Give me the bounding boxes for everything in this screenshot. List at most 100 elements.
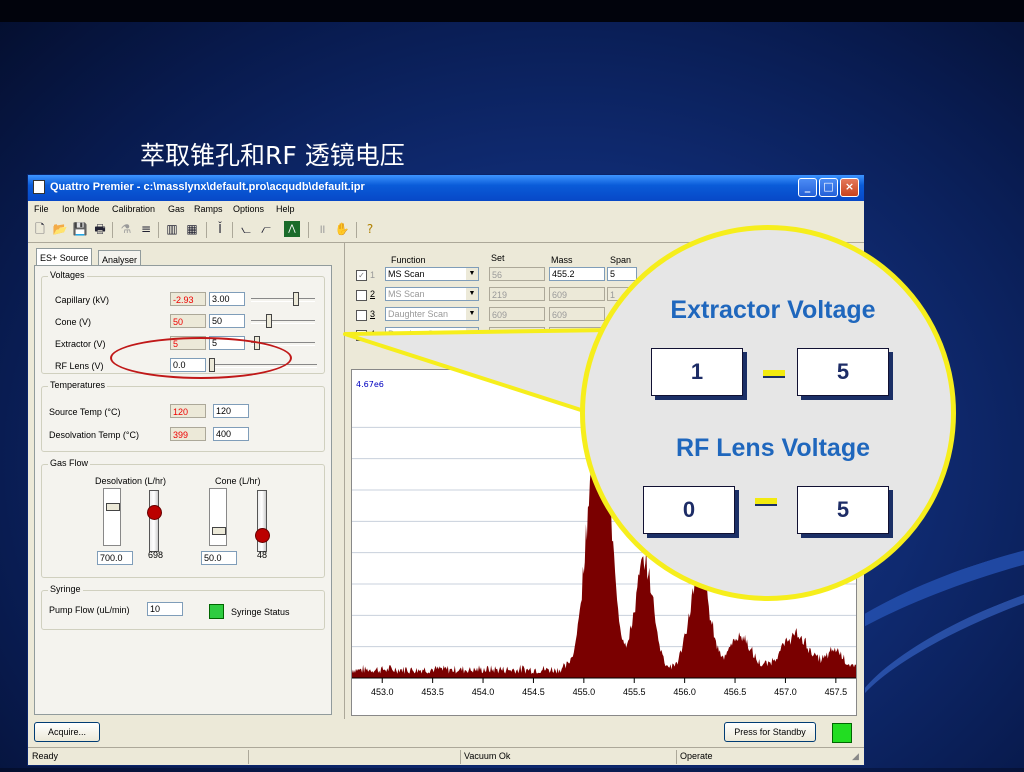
function-checkbox[interactable] — [356, 310, 367, 321]
source-temp-input[interactable]: 120 — [213, 404, 249, 418]
toolbar-separator — [158, 222, 159, 238]
extractor-min-value: 1 — [651, 348, 743, 396]
mass-header: Mass — [551, 255, 573, 265]
function-checkbox[interactable]: ✓ — [356, 270, 367, 281]
desolvation-gas-input[interactable]: 700.0 — [97, 551, 133, 565]
function-header: Function — [391, 255, 426, 265]
save-icon[interactable]: 💾 — [72, 221, 88, 237]
chevron-down-icon[interactable]: ▼ — [466, 308, 478, 320]
print-icon[interactable]: 🖶 — [92, 221, 108, 237]
resize-grip-icon[interactable]: ◢ — [852, 751, 859, 762]
standby-button[interactable]: Press for Standby — [724, 722, 816, 742]
window-title: Quattro Premier - c:\masslynx\default.pr… — [50, 181, 365, 193]
toolbar-separator — [232, 222, 233, 238]
toolbar-separator — [112, 222, 113, 238]
menu-help[interactable]: Help — [276, 204, 295, 214]
extractor-voltage-title: Extractor Voltage — [670, 296, 876, 324]
desolvation-gas-label: Desolvation (L/hr) — [95, 476, 167, 486]
pump-flow-input[interactable]: 10 — [147, 602, 183, 616]
cone-gas-label: Cone (L/hr) — [215, 476, 261, 486]
function-type-value: Daughter Scan — [388, 329, 449, 339]
close-button[interactable]: × — [840, 178, 859, 197]
chart-icon[interactable]: ⋀ — [284, 221, 300, 237]
capillary-slider[interactable] — [251, 292, 315, 306]
function-checkbox[interactable] — [356, 330, 367, 341]
open-folder-icon[interactable]: 📂 — [52, 221, 68, 237]
status-ready: Ready — [32, 751, 59, 761]
capillary-slider-thumb[interactable] — [293, 292, 299, 306]
status-bar: Ready Vacuum Ok Operate ◢ — [28, 747, 864, 766]
menu-file[interactable]: File — [34, 204, 49, 214]
status-separator — [248, 750, 249, 764]
desolvation-temp-label: Desolvation Temp (°C) — [49, 430, 139, 440]
gas-flow-group-title: Gas Flow — [48, 458, 91, 468]
desolvation-temp-readback: 399 — [170, 427, 206, 441]
cone-gas-slider[interactable] — [209, 488, 227, 546]
rf-lens-max-value: 5 — [797, 486, 889, 534]
range-dash — [755, 498, 777, 506]
function-checkbox[interactable] — [356, 290, 367, 301]
menu-ion-mode[interactable]: Ion Mode — [62, 204, 100, 214]
function-type-select[interactable]: Daughter Scan ▼ — [385, 327, 479, 341]
peak-display-2-icon[interactable]: ▦ — [184, 221, 200, 237]
source-panel: ES+ Source Analyser Voltages Capillary (… — [28, 243, 338, 719]
function-type-select[interactable]: MS Scan ▼ — [385, 267, 479, 281]
function-type-select[interactable]: MS Scan ▼ — [385, 287, 479, 301]
new-file-icon[interactable]: 🗋 — [32, 221, 48, 237]
rf-lens-voltage-title: RF Lens Voltage — [675, 434, 870, 462]
gas-flow-group: Gas Flow — [41, 458, 325, 578]
highlight-ellipse — [110, 337, 292, 379]
hand-icon[interactable]: ✋ — [334, 221, 350, 237]
document-icon — [33, 180, 45, 194]
function-type-value: MS Scan — [388, 269, 425, 279]
maximize-button[interactable]: □ — [819, 178, 838, 197]
function-type-select[interactable]: Daughter Scan ▼ — [385, 307, 479, 321]
chevron-down-icon[interactable]: ▼ — [466, 288, 478, 300]
tune-icon[interactable]: ⚗ — [118, 221, 134, 237]
cone-gas-input[interactable]: 50.0 — [201, 551, 237, 565]
acquire-button[interactable]: Acquire... — [34, 722, 100, 742]
cone-gas-slider-thumb[interactable] — [212, 527, 226, 535]
x-tick-label: 454.0 — [472, 687, 495, 697]
desolvation-gas-slider[interactable] — [103, 488, 121, 546]
ramp-icon[interactable]: ⦦ — [238, 221, 254, 237]
menu-options[interactable]: Options — [233, 204, 264, 214]
peak-display-icon[interactable]: ▥ — [164, 221, 180, 237]
desolvation-gas-slider-thumb[interactable] — [106, 503, 120, 511]
cone-slider-thumb[interactable] — [266, 314, 272, 328]
capillary-input[interactable]: 3.00 — [209, 292, 245, 306]
slide-top-band — [0, 0, 1024, 22]
function-mass-input[interactable]: 455.2 — [549, 267, 605, 281]
probe-icon[interactable]: Ǐ — [212, 221, 228, 237]
operate-indicator — [832, 723, 852, 743]
desolvation-temp-input[interactable]: 400 — [213, 427, 249, 441]
menu-calibration[interactable]: Calibration — [112, 204, 155, 214]
minimize-button[interactable]: _ — [798, 178, 817, 197]
cone-input[interactable]: 50 — [209, 314, 245, 328]
status-separator — [460, 750, 461, 764]
cone-readback: 50 — [170, 314, 206, 328]
function-number: 1 — [370, 270, 376, 280]
chevron-down-icon[interactable]: ▼ — [466, 268, 478, 280]
x-tick-label: 455.5 — [623, 687, 646, 697]
pause-icon[interactable]: ॥ — [314, 221, 330, 237]
source-temp-label: Source Temp (°C) — [49, 407, 121, 417]
ramp-2-icon[interactable]: ⦧ — [258, 221, 274, 237]
readback-icon[interactable]: ≡ — [138, 221, 154, 237]
menu-gas[interactable]: Gas — [168, 204, 185, 214]
cone-slider[interactable] — [251, 314, 315, 328]
extractor-label: Extractor (V) — [55, 339, 106, 349]
x-axis-ticks: 453.0 453.5 454.0 454.5 455.0 455.5 456.0 456.5… — [371, 678, 847, 697]
menu-bar: File Ion Mode Calibration Gas Ramps Opti… — [28, 201, 864, 218]
menu-ramps[interactable]: Ramps — [194, 204, 223, 214]
function-span-input[interactable]: 5 — [607, 267, 637, 281]
capillary-readback: -2.93 — [170, 292, 206, 306]
chevron-down-icon[interactable]: ▼ — [466, 328, 478, 340]
x-tick-label: 453.5 — [421, 687, 444, 697]
window-titlebar[interactable]: Quattro Premier - c:\masslynx\default.pr… — [28, 175, 864, 201]
x-tick-label: 456.5 — [724, 687, 747, 697]
help-icon[interactable]: ? — [362, 221, 378, 237]
range-dash — [763, 370, 785, 378]
capillary-label: Capillary (kV) — [55, 295, 110, 305]
source-temp-readback: 120 — [170, 404, 206, 418]
